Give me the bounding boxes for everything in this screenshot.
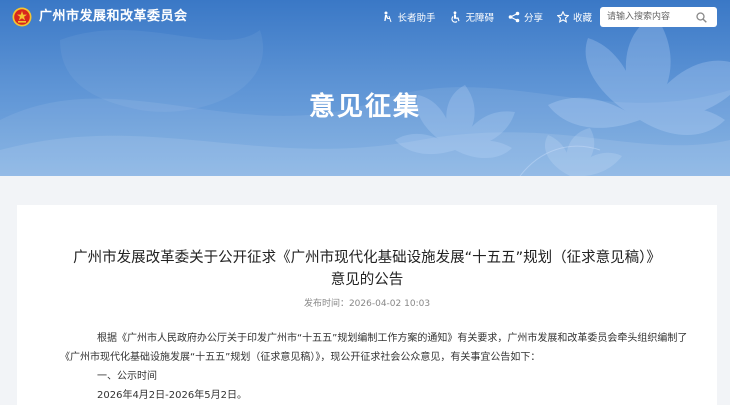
- article-title-line2: 意见的公告: [330, 272, 404, 288]
- page-banner: 广州市发展和改革委员会 长者助手 无障碍 分享 收藏 请输入搜索内容 意见征集: [0, 0, 730, 176]
- accessibility-button[interactable]: 无障碍: [449, 10, 494, 24]
- search-box: [600, 7, 717, 27]
- paragraph: 《广州市现代化基础设施发展“十五五”规划（征求意见稿）》，现公开征求社会公众意见…: [60, 352, 541, 363]
- site-title: 广州市发展和改革委员会: [39, 9, 188, 24]
- accessibility-label: 无障碍: [465, 13, 494, 24]
- banner-title: 意见征集: [308, 92, 421, 122]
- header-tools: 长者助手 无障碍 分享 收藏: [367, 10, 592, 24]
- article-title: 广州市发展改革委关于公开征求《广州市现代化基础设施发展“十五五”规划（征求意见稿…: [17, 247, 717, 291]
- top-bar: 广州市发展和改革委员会 长者助手 无障碍 分享 收藏 请输入搜索内容: [0, 0, 730, 34]
- national-emblem-icon: [12, 7, 32, 27]
- article-card: 广州市发展改革委关于公开征求《广州市现代化基础设施发展“十五五”规划（征求意见稿…: [17, 205, 717, 405]
- paragraph: 根据《广州市人民政府办公厅关于印发广州市“十五五”规划编制工作方案的通知》有关要…: [97, 333, 688, 344]
- publish-info: 发布时间：2026-04-02 10:03: [17, 296, 717, 309]
- article-title-line1: 广州市发展改革委关于公开征求《广州市现代化基础设施发展“十五五”规划（征求意见稿…: [73, 250, 661, 266]
- elderly-assistant-label: 长者助手: [397, 13, 436, 24]
- search-icon[interactable]: [696, 11, 707, 23]
- article-body: 根据《广州市人民政府办公厅关于印发广州市“十五五”规划编制工作方案的通知》有关要…: [60, 329, 717, 405]
- paragraph: 2026年4月2日-2026年5月2日。: [97, 390, 247, 401]
- share-icon: [508, 11, 520, 23]
- section-heading: 一、公示时间: [97, 371, 157, 382]
- elderly-icon: [384, 11, 392, 23]
- favorite-button[interactable]: 收藏: [556, 10, 592, 24]
- favorite-label: 收藏: [572, 13, 592, 24]
- share-label: 分享: [523, 13, 543, 24]
- share-button[interactable]: 分享: [508, 10, 543, 24]
- star-icon: [556, 11, 569, 23]
- site-brand[interactable]: 广州市发展和改革委员会: [12, 7, 188, 27]
- publish-time: 2026-04-02 10:03: [348, 299, 431, 309]
- accessibility-icon: [451, 11, 460, 23]
- publish-label: 发布时间：: [303, 299, 349, 309]
- elderly-assistant-button[interactable]: 长者助手: [381, 10, 435, 24]
- search-input[interactable]: [600, 8, 694, 26]
